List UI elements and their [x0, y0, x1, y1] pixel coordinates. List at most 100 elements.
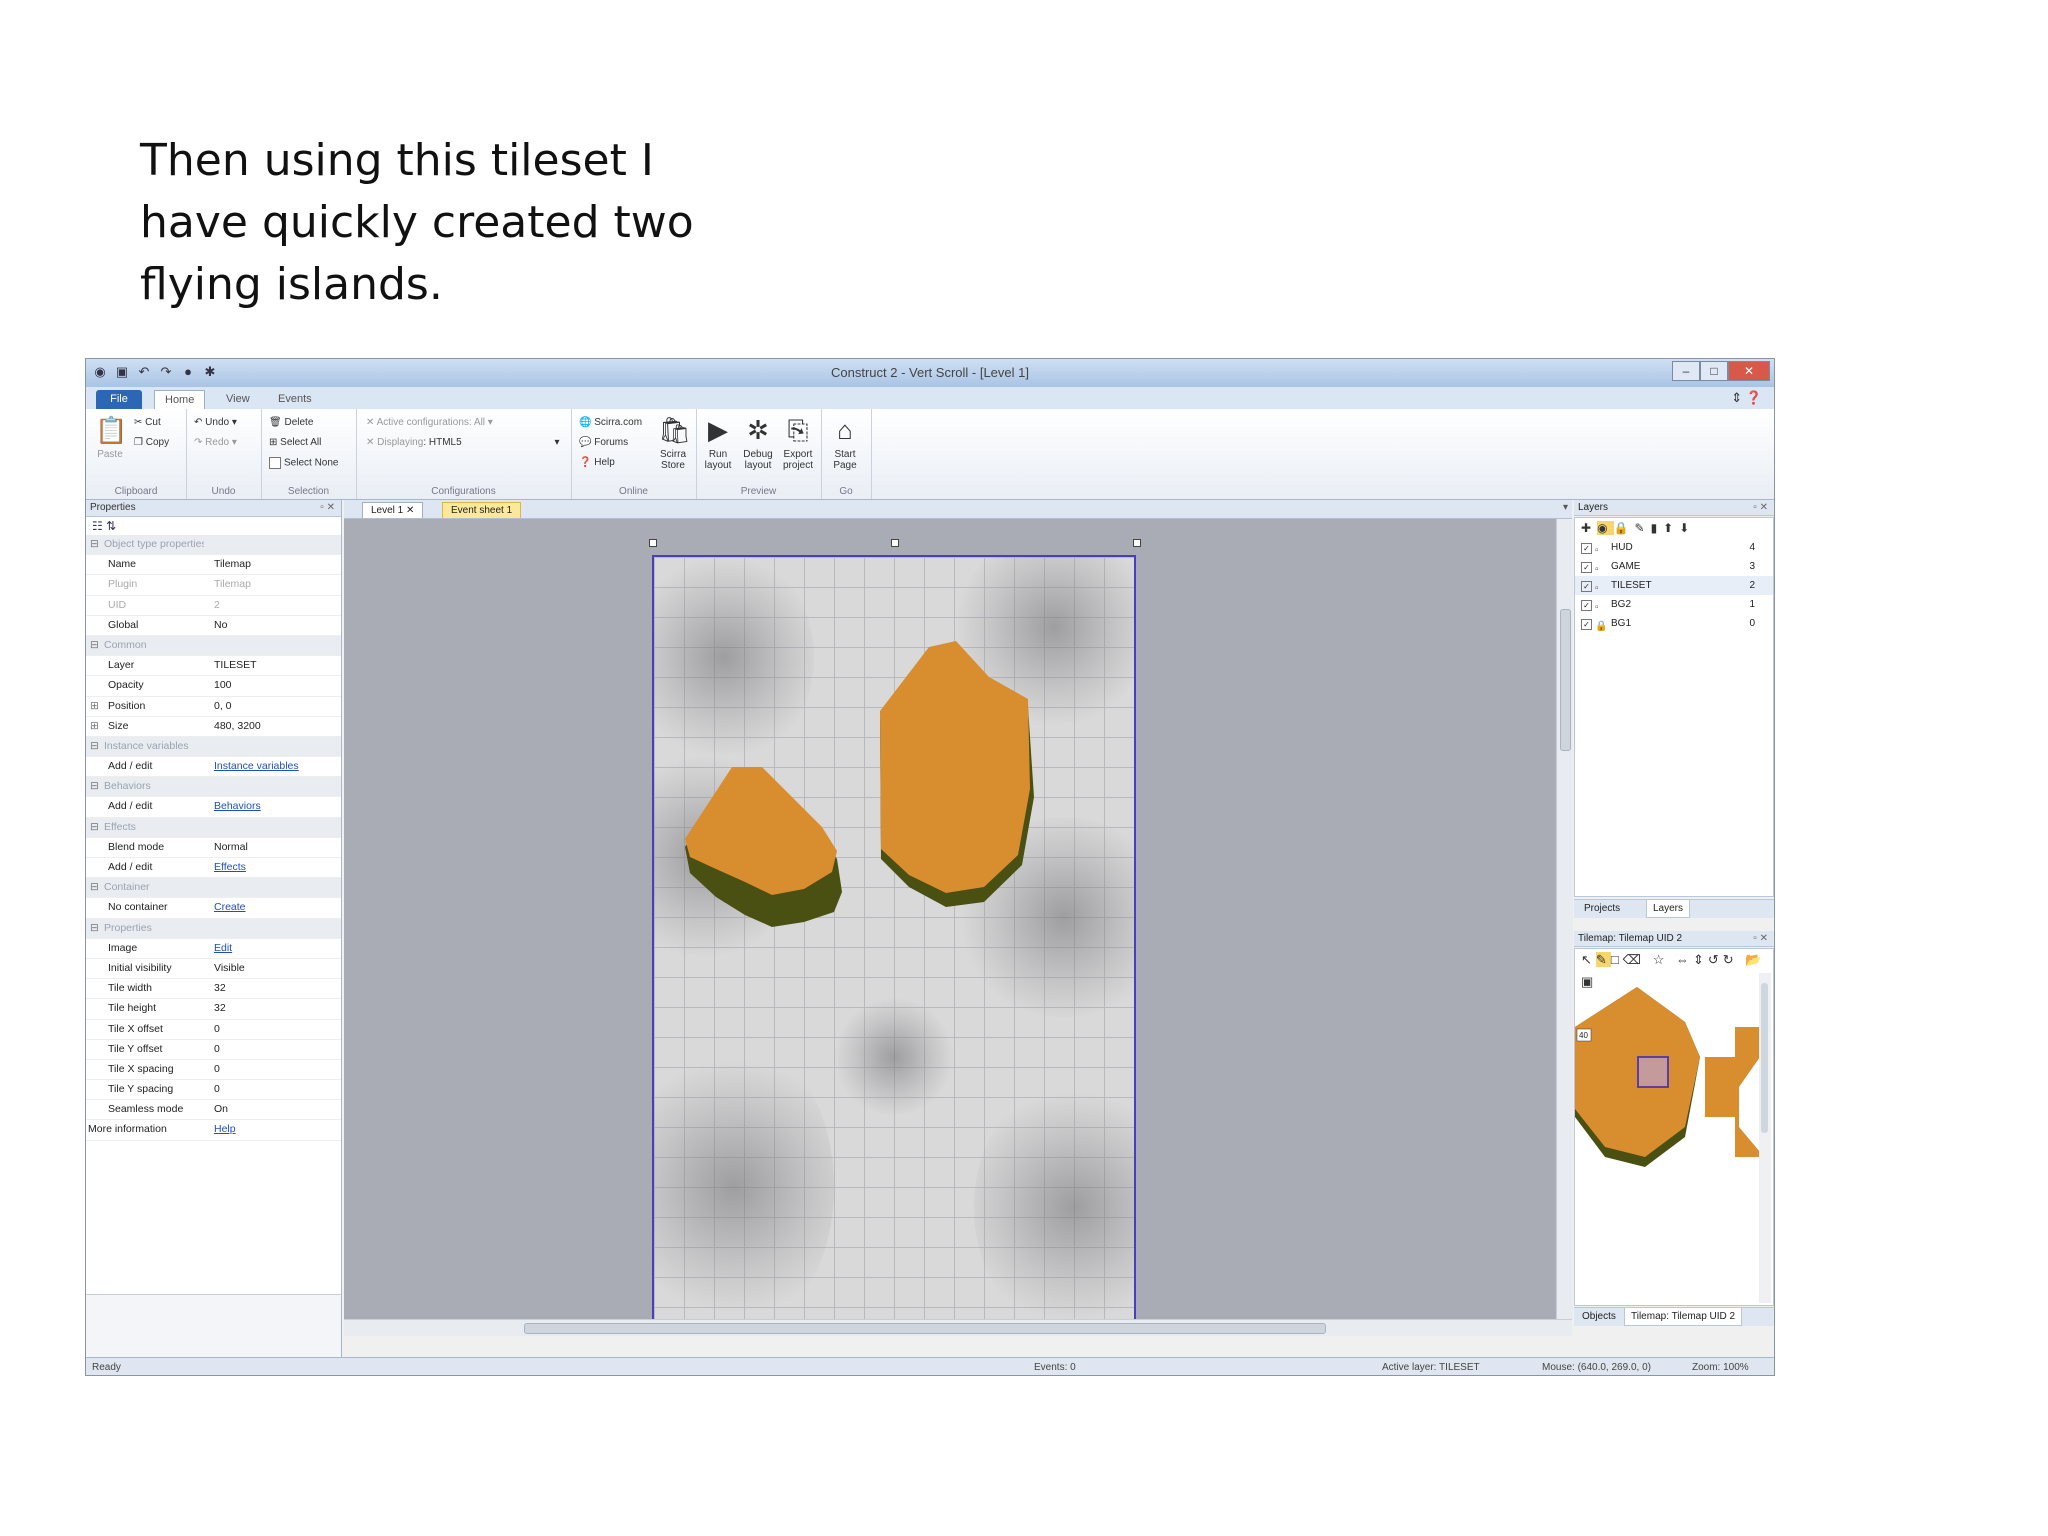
property-row[interactable]: UID 2	[86, 596, 341, 616]
export-project-button[interactable]: ⎘ Export project	[778, 415, 818, 471]
active-configurations-select[interactable]: ✕ Active configurations: All ▾	[366, 417, 493, 428]
property-row[interactable]: Global No	[86, 616, 341, 636]
property-row[interactable]: Add / edit Effects	[86, 858, 341, 879]
tab-file[interactable]: File	[96, 390, 142, 409]
property-link[interactable]: Behaviors	[214, 797, 261, 816]
delete-button[interactable]: 🗑 Delete	[269, 417, 313, 428]
property-category[interactable]: ⊟ Effects	[86, 817, 341, 838]
property-row[interactable]: Opacity 100	[86, 676, 341, 697]
layer-row[interactable]: ✓ ▫ BG2 1	[1575, 595, 1773, 614]
layer-row[interactable]: ✓ ▫ HUD 4	[1575, 538, 1773, 557]
ribbon-help-icons[interactable]: ⇕ ❓	[1731, 390, 1762, 406]
property-row[interactable]: Tile Y spacing 0	[86, 1080, 341, 1101]
visibility-checkbox[interactable]: ✓	[1581, 600, 1592, 611]
tileset-preview[interactable]: 40	[1575, 987, 1760, 1187]
edit-icon[interactable]: ✎	[1635, 521, 1651, 535]
property-row[interactable]: Tile X offset 0	[86, 1020, 341, 1040]
property-row[interactable]: Tile Y offset 0	[86, 1040, 341, 1060]
property-row[interactable]: Tile width 32	[86, 979, 341, 1000]
layout-surface[interactable]	[652, 555, 1136, 1319]
property-row[interactable]: Add / edit Instance variables	[86, 757, 341, 778]
pointer-icon[interactable]: ↖	[1581, 952, 1596, 967]
eye-icon[interactable]: ◉	[1597, 521, 1614, 535]
layer-row[interactable]: ✓ ▫ GAME 3	[1575, 557, 1773, 576]
property-row[interactable]: Layer TILESET	[86, 656, 341, 677]
collapse-icon[interactable]: ⊟	[90, 818, 99, 837]
horizontal-scrollbar[interactable]	[344, 1319, 1572, 1336]
property-row[interactable]: Image Edit	[86, 939, 341, 959]
property-row[interactable]: Tile height 32	[86, 999, 341, 1020]
tab-tilemap[interactable]: Tilemap: Tilemap UID 2	[1624, 1308, 1743, 1326]
flip-icon[interactable]: ⇕	[1693, 952, 1708, 967]
visibility-checkbox[interactable]: ✓	[1581, 562, 1592, 573]
property-row[interactable]: Initial visibility Visible	[86, 959, 341, 980]
island-large[interactable]	[880, 641, 1034, 907]
property-row[interactable]: No container Create	[86, 898, 341, 919]
debug-layout-button[interactable]: ✲ Debug layout	[738, 415, 778, 471]
property-link[interactable]: Create	[214, 898, 246, 917]
panel-close-icon[interactable]: ▫ ✕	[1753, 500, 1768, 516]
move-up-icon[interactable]: ⬆	[1663, 521, 1679, 535]
property-category[interactable]: ⊟ Container	[86, 878, 341, 899]
pencil-icon[interactable]: ✎	[1595, 952, 1611, 967]
minimize-button[interactable]: –	[1672, 361, 1700, 381]
categorized-icon[interactable]: ☷	[92, 519, 103, 533]
tab-event-sheet-1[interactable]: Event sheet 1	[442, 502, 522, 518]
star-icon[interactable]: ☆	[1653, 952, 1669, 967]
delete-icon[interactable]: ▮	[1651, 521, 1664, 535]
tilemap-scrollbar[interactable]	[1759, 973, 1771, 1303]
scroll-thumb[interactable]	[524, 1323, 1326, 1334]
collapse-icon[interactable]: ⊟	[90, 919, 99, 938]
panel-close-icon[interactable]: ▫ ✕	[1753, 931, 1768, 947]
cut-button[interactable]: ✂ Cut	[134, 417, 161, 428]
property-row[interactable]: ⊞ Size 480, 3200	[86, 717, 341, 737]
select-none-button[interactable]: Select None	[269, 457, 338, 469]
property-link[interactable]: Instance variables	[214, 757, 299, 776]
scroll-thumb[interactable]	[1560, 609, 1571, 751]
property-row[interactable]: Blend mode Normal	[86, 838, 341, 858]
tab-objects[interactable]: Objects	[1576, 1308, 1622, 1326]
property-row[interactable]: Add / edit Behaviors	[86, 797, 341, 818]
collapse-icon[interactable]: ⊟	[90, 636, 99, 655]
property-row[interactable]: More information Help	[86, 1120, 341, 1141]
collapse-icon[interactable]: ⊟	[90, 737, 99, 756]
tab-projects[interactable]: Projects	[1578, 900, 1626, 918]
property-row[interactable]: Name Tilemap	[86, 555, 341, 576]
tab-events[interactable]: Events	[268, 390, 322, 409]
expand-icon[interactable]: ⊞	[90, 697, 99, 716]
property-category[interactable]: ⊟ Behaviors	[86, 777, 341, 798]
run-layout-button[interactable]: ▶ Run layout	[698, 415, 738, 471]
visibility-checkbox[interactable]: ✓	[1581, 581, 1592, 592]
property-category[interactable]: ⊟ Object type properties	[86, 535, 341, 556]
property-category[interactable]: ⊟ Common	[86, 635, 341, 657]
vertical-scrollbar[interactable]	[1556, 519, 1573, 1319]
collapse-icon[interactable]: ⊟	[90, 535, 99, 554]
resize-handle[interactable]	[649, 539, 657, 547]
move-down-icon[interactable]: ⬇	[1679, 521, 1695, 535]
open-icon[interactable]: 📂	[1745, 952, 1765, 967]
scirra-link[interactable]: 🌐 Scirra.com	[579, 417, 642, 428]
lock-icon[interactable]: 🔒	[1595, 617, 1607, 636]
collapse-icon[interactable]: ⊟	[90, 878, 99, 897]
tab-view[interactable]: View	[216, 390, 260, 409]
mirror-icon[interactable]: ⇔	[1676, 952, 1693, 967]
collapse-icon[interactable]: ⊟	[90, 777, 99, 796]
scirra-store-button[interactable]: 🛍 Scirra Store	[653, 415, 693, 471]
flying-islands[interactable]	[654, 557, 1136, 1319]
rectangle-icon[interactable]: □	[1611, 952, 1623, 967]
close-button[interactable]: ✕	[1728, 361, 1770, 381]
tabs-dropdown-icon[interactable]: ▾	[1563, 502, 1568, 513]
property-row[interactable]: Plugin Tilemap	[86, 575, 341, 596]
undo-button[interactable]: ↶ Undo ▾	[194, 417, 237, 428]
property-category[interactable]: ⊟ Properties	[86, 918, 341, 939]
island-small[interactable]	[685, 767, 842, 927]
property-row[interactable]: ⊞ Position 0, 0	[86, 697, 341, 717]
tab-home[interactable]: Home	[154, 390, 206, 410]
resize-handle[interactable]	[1133, 539, 1141, 547]
resize-handle[interactable]	[891, 539, 899, 547]
scroll-thumb[interactable]	[1761, 983, 1768, 1133]
panel-close-icon[interactable]: ▫ ✕	[320, 500, 335, 516]
displaying-select[interactable]: ✕ Displaying: HTML5 ▾	[366, 437, 559, 448]
rotate-ccw-icon[interactable]: ↺	[1708, 952, 1723, 967]
select-all-button[interactable]: ⊞ Select All	[269, 437, 321, 448]
